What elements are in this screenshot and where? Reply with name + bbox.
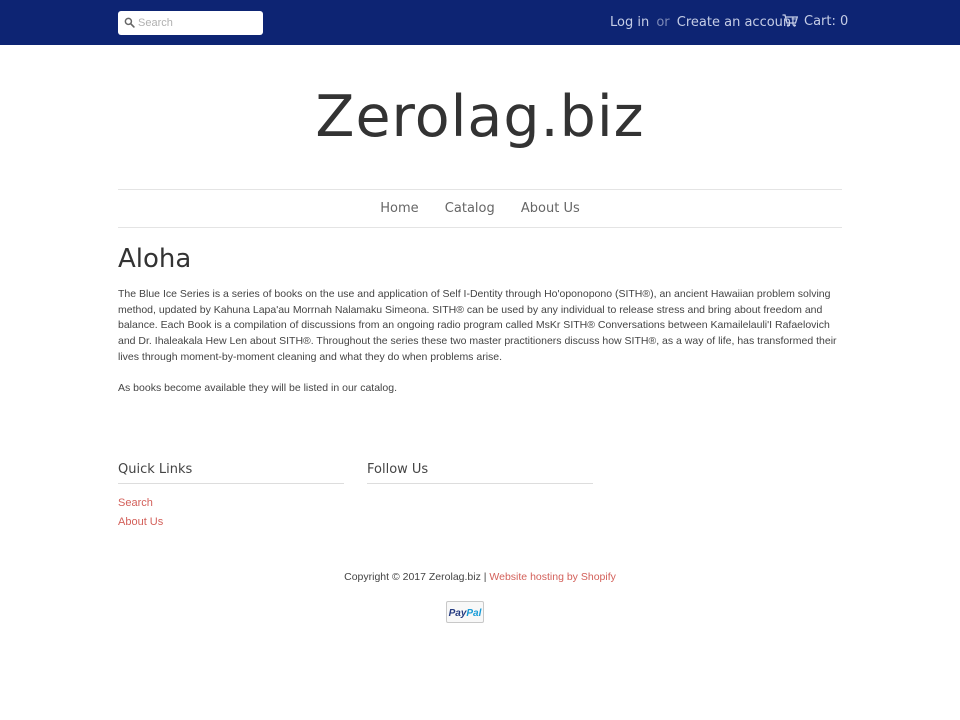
nav-item-home[interactable]: Home [380, 201, 418, 216]
paypal-icon: PayPal [449, 608, 482, 619]
nav-item-catalog[interactable]: Catalog [445, 201, 495, 216]
copyright-line: Copyright © 2017 Zerolag.biz | Website h… [0, 571, 960, 583]
list-item: Search [118, 494, 344, 513]
top-bar: Log in or Create an account Cart: 0 [0, 0, 960, 45]
or-separator: or [656, 15, 670, 30]
list-item: About Us [118, 513, 344, 532]
footer-follow-us: Follow Us [367, 462, 593, 484]
login-link[interactable]: Log in [610, 15, 649, 30]
search-icon[interactable] [124, 17, 135, 28]
create-account-link[interactable]: Create an account [677, 15, 796, 30]
nav-item-about-us[interactable]: About Us [521, 201, 580, 216]
footer-link-about-us[interactable]: About Us [118, 516, 163, 528]
cart-label: Cart: [804, 14, 836, 29]
quick-links-heading: Quick Links [118, 462, 344, 484]
copyright-text: Copyright © 2017 Zerolag.biz | [344, 571, 487, 583]
site-title[interactable]: Zerolag.biz [0, 84, 960, 150]
shopify-hosting-link[interactable]: Website hosting by Shopify [489, 571, 615, 583]
search-form[interactable] [118, 11, 263, 35]
cart-count: 0 [840, 14, 849, 29]
footer-quick-links: Quick Links Search About Us [118, 462, 344, 532]
page-title: Aloha [118, 244, 192, 274]
paypal-badge: PayPal [446, 601, 484, 623]
main-nav: Home Catalog About Us [118, 189, 842, 228]
follow-us-heading: Follow Us [367, 462, 593, 484]
footer-link-search[interactable]: Search [118, 497, 153, 509]
search-input[interactable] [138, 13, 258, 33]
cart-icon [782, 14, 799, 27]
cart-link[interactable]: Cart: 0 [782, 14, 848, 29]
catalog-note-paragraph: As books become available they will be l… [118, 381, 397, 394]
page-content: The Blue Ice Series is a series of books… [118, 287, 846, 411]
intro-paragraph: The Blue Ice Series is a series of books… [118, 288, 837, 363]
svg-text:PayPal: PayPal [449, 608, 482, 619]
account-links: Log in or Create an account [610, 15, 796, 30]
quick-links-list: Search About Us [118, 494, 344, 532]
